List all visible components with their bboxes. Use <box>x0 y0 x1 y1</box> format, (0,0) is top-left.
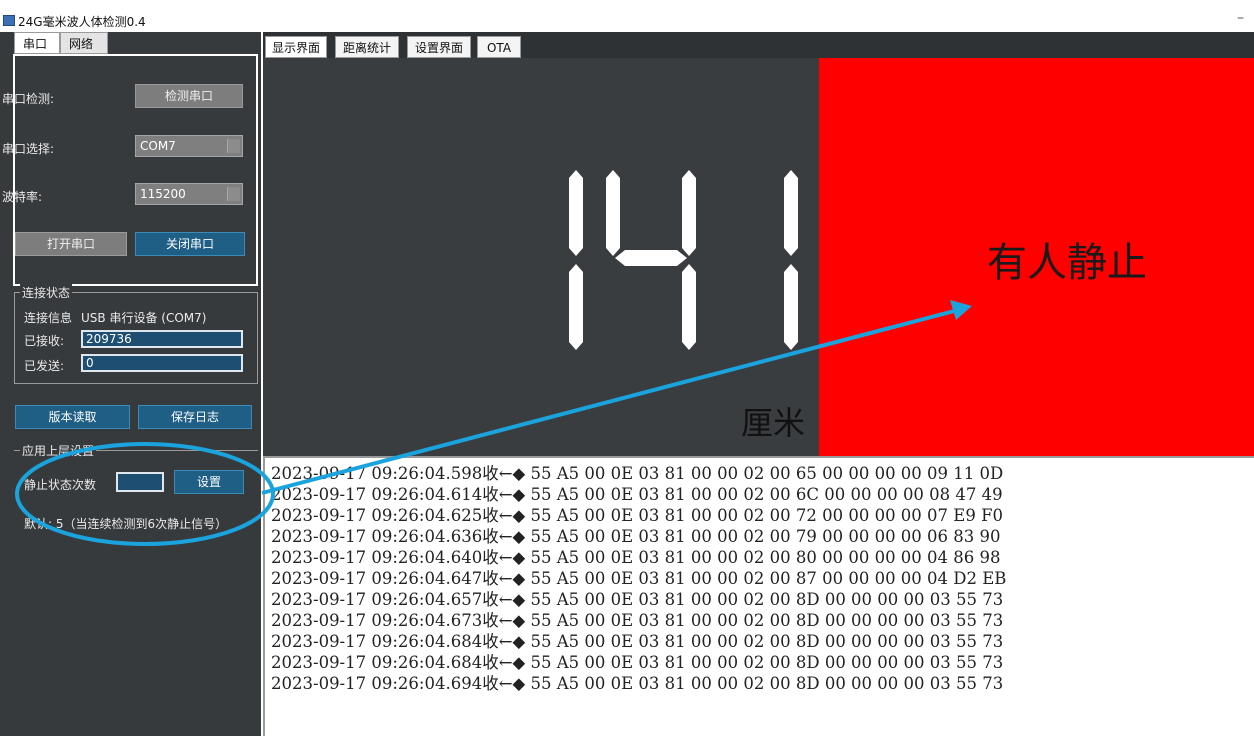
connection-info-value: USB 串行设备 (COM7) <box>81 311 207 325</box>
tab-ota[interactable]: OTA <box>477 36 521 58</box>
tab-display[interactable]: 显示界面 <box>265 36 327 58</box>
window-title: 24G毫米波人体检测0.4 <box>18 15 146 29</box>
serial-log[interactable]: 2023-09-17 09:26:04.598收←◆ 55 A5 00 0E 0… <box>263 456 1254 736</box>
port-select[interactable]: COM7 <box>135 135 243 157</box>
minimize-button[interactable]: – <box>1237 10 1244 26</box>
digit-4-segment-c <box>682 264 696 350</box>
presence-status-panel: 有人静止 <box>819 58 1254 456</box>
received-label: 已接收: <box>24 334 65 348</box>
seven-segment-distance <box>569 170 798 350</box>
detect-port-button[interactable]: 检测串口 <box>135 84 243 108</box>
tab-distance-stats[interactable]: 距离统计 <box>335 36 399 58</box>
tab-network[interactable]: 网络 <box>60 32 108 54</box>
digit-1b-segment-b <box>784 170 798 256</box>
left-panel: 串口 网络 串口检测: 检测串口 串口选择: COM7 波特率: 115200 … <box>0 32 261 736</box>
baud-rate-label: 波特率: <box>2 190 43 204</box>
app-icon <box>3 15 15 26</box>
app-settings-title: 应用上层设置 <box>20 442 97 459</box>
digit-1b-segment-c <box>784 264 798 350</box>
detect-port-label: 串口检测: <box>2 92 55 106</box>
digit-4-segment-g <box>615 250 687 266</box>
log-line: 2023-09-17 09:26:04.694收←◆ 55 A5 00 0E 0… <box>271 674 1004 693</box>
chevron-down-icon <box>227 139 240 153</box>
sent-count-field: 0 <box>81 354 243 372</box>
connection-info-label: 连接信息 <box>24 311 73 325</box>
still-count-input[interactable] <box>116 472 164 492</box>
port-select-label: 串口选择: <box>2 142 55 156</box>
distance-display: 厘米 <box>263 58 819 456</box>
title-bar: 24G毫米波人体检测0.4 – <box>0 10 1254 32</box>
digit-1-segment-c <box>569 264 583 350</box>
default-note: 默认: 5（当连续检测到6次静止信号） <box>24 517 228 531</box>
sent-label: 已发送: <box>24 359 65 373</box>
connection-status-title: 连接状态 <box>20 284 73 301</box>
save-log-button[interactable]: 保存日志 <box>138 405 252 429</box>
presence-status-text: 有人静止 <box>987 240 1147 286</box>
read-version-button[interactable]: 版本读取 <box>15 405 130 429</box>
tab-settings[interactable]: 设置界面 <box>407 36 471 58</box>
received-count-field: 209736 <box>81 330 243 348</box>
baud-rate-value: 115200 <box>140 187 186 201</box>
baud-rate-select[interactable]: 115200 <box>135 183 243 205</box>
open-port-button[interactable]: 打开串口 <box>15 232 127 256</box>
chevron-down-icon <box>227 187 240 201</box>
close-port-button[interactable]: 关闭串口 <box>135 232 245 256</box>
still-count-label: 静止状态次数 <box>24 478 97 492</box>
digit-1-segment-b <box>569 170 583 256</box>
set-button[interactable]: 设置 <box>174 470 244 494</box>
digit-4-segment-b <box>682 170 696 256</box>
distance-unit: 厘米 <box>741 404 806 442</box>
digit-4-segment-f <box>606 170 620 256</box>
tab-serial[interactable]: 串口 <box>14 32 60 54</box>
main-tab-bar: 显示界面 距离统计 设置界面 OTA <box>263 32 1254 58</box>
port-select-value: COM7 <box>140 139 176 153</box>
